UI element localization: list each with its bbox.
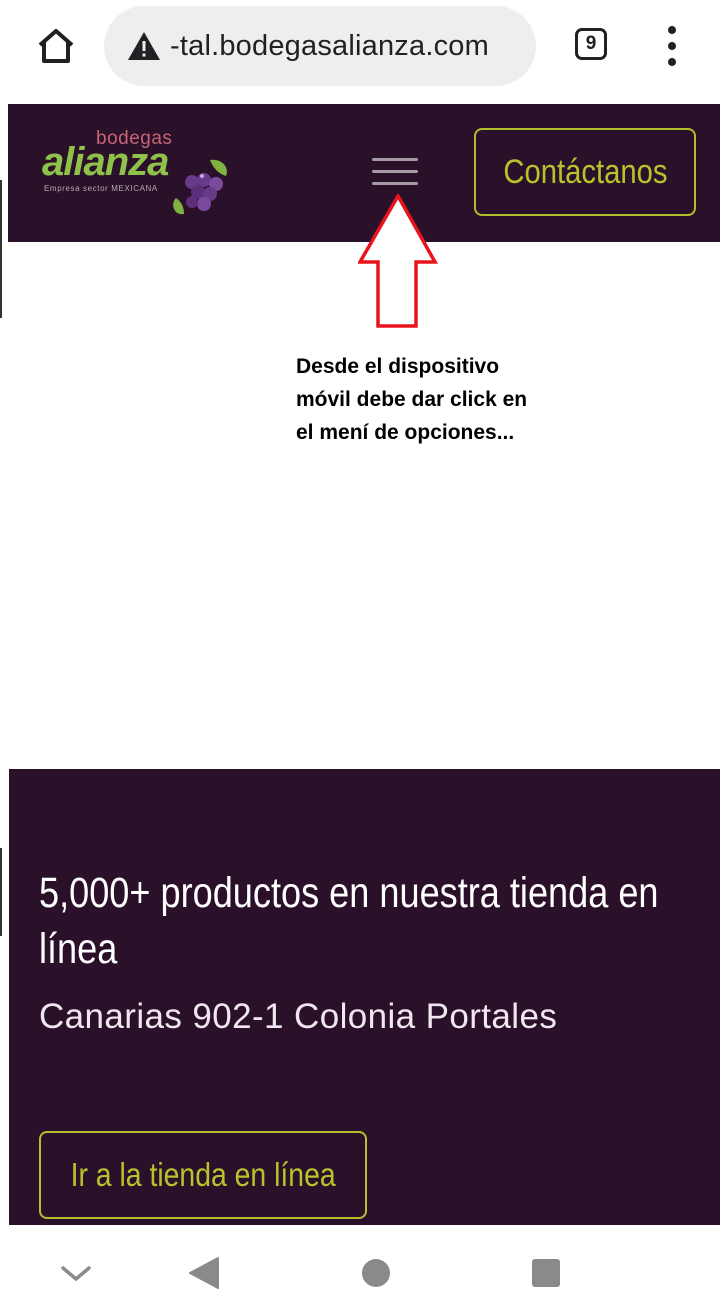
hero-section: 5,000+ productos en nuestra tienda en lí… bbox=[9, 769, 720, 1225]
chevron-down-icon bbox=[61, 1266, 91, 1282]
collapse-button[interactable] bbox=[56, 1253, 96, 1293]
recents-button[interactable] bbox=[526, 1253, 566, 1293]
url-text: -tal.bodegasalianza.com bbox=[170, 29, 489, 62]
home-nav-button[interactable] bbox=[356, 1253, 396, 1293]
grapes-icon bbox=[173, 159, 227, 215]
annotation-line: Desde el dispositivo bbox=[296, 355, 500, 378]
back-button[interactable] bbox=[184, 1253, 224, 1293]
hamburger-menu-icon[interactable] bbox=[372, 152, 420, 192]
android-nav-bar bbox=[12, 1225, 720, 1316]
recents-square-icon bbox=[532, 1259, 560, 1287]
tabs-button[interactable]: 9 bbox=[575, 28, 607, 60]
contact-button[interactable]: Contáctanos bbox=[474, 128, 696, 216]
browser-toolbar: -tal.bodegasalianza.com 9 bbox=[0, 0, 720, 100]
shop-online-label: Ir a la tienda en línea bbox=[70, 1156, 336, 1193]
hero-title: 5,000+ productos en nuestra tienda en lí… bbox=[39, 869, 659, 973]
warning-icon bbox=[126, 28, 162, 64]
shop-online-button[interactable]: Ir a la tienda en línea bbox=[39, 1131, 367, 1219]
tab-count: 9 bbox=[585, 33, 597, 54]
annotation-line: móvil debe dar click en bbox=[296, 388, 528, 411]
hero-address: Canarias 902-1 Colonia Portales bbox=[39, 997, 558, 1036]
contact-button-label: Contáctanos bbox=[502, 152, 668, 191]
home-circle-icon bbox=[362, 1259, 390, 1287]
logo-big-text: alianza bbox=[42, 140, 169, 184]
home-button[interactable] bbox=[32, 24, 80, 68]
divider bbox=[0, 848, 2, 936]
back-triangle-icon bbox=[189, 1257, 219, 1289]
logo-tagline: Empresa sector MEXICANA bbox=[44, 184, 158, 193]
annotation-line: el mení de opciones... bbox=[296, 421, 515, 444]
logo[interactable]: bodegas alianza Empresa sector MEXICANA bbox=[42, 128, 232, 220]
address-bar[interactable]: -tal.bodegasalianza.com bbox=[104, 6, 536, 86]
annotation-arrow-icon bbox=[358, 194, 438, 328]
home-icon bbox=[38, 29, 74, 63]
divider bbox=[0, 180, 2, 318]
annotation-text: Desde el dispositivo móvil debe dar clic… bbox=[296, 350, 626, 449]
kebab-menu-icon[interactable] bbox=[656, 26, 688, 66]
